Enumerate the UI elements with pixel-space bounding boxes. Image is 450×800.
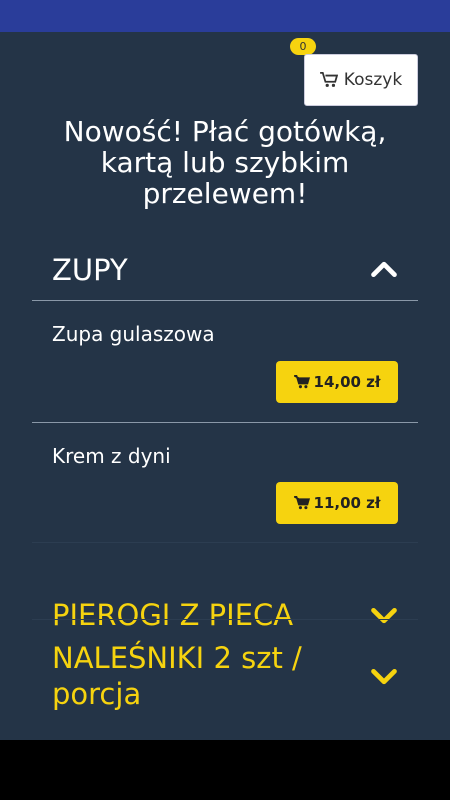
item-price: 14,00 zł — [313, 373, 381, 391]
section-title: NALEŚNIKI 2 szt / porcja — [52, 641, 302, 711]
status-bar — [0, 0, 450, 32]
promo-headline: Nowość! Płać gotówką, kartą lub szybkim … — [63, 115, 387, 210]
cart-icon — [293, 496, 310, 510]
section-divider — [32, 542, 418, 543]
cart-label: Koszyk — [343, 70, 403, 90]
section-header-nalesniki[interactable]: NALEŚNIKI 2 szt / porcja — [32, 632, 418, 720]
chevron-down-icon — [371, 608, 397, 624]
add-to-cart-button[interactable]: 11,00 zł — [276, 482, 398, 524]
navigation-bar — [0, 740, 450, 800]
cart-icon — [319, 72, 338, 87]
section-title: ZUPY — [52, 253, 128, 287]
section-divider — [32, 619, 418, 620]
chevron-up-icon — [371, 261, 397, 277]
cart-count-badge: 0 — [290, 38, 316, 55]
section-divider — [32, 300, 418, 301]
chevron-down-icon — [371, 669, 397, 685]
item-divider — [32, 422, 418, 423]
cart-icon — [293, 375, 310, 389]
menu-item-name: Zupa gulaszowa — [52, 322, 215, 346]
cart-button[interactable]: Koszyk — [304, 54, 418, 106]
menu-item-name: Krem z dyni — [52, 444, 171, 468]
app-content: 0 Koszyk Nowość! Płać gotówką, kartą lub… — [0, 32, 450, 740]
section-title: PIEROGI Z PIECA — [52, 598, 294, 632]
add-to-cart-button[interactable]: 14,00 zł — [276, 361, 398, 403]
item-price: 11,00 zł — [313, 494, 381, 512]
section-header-zupy[interactable]: ZUPY — [32, 240, 418, 300]
